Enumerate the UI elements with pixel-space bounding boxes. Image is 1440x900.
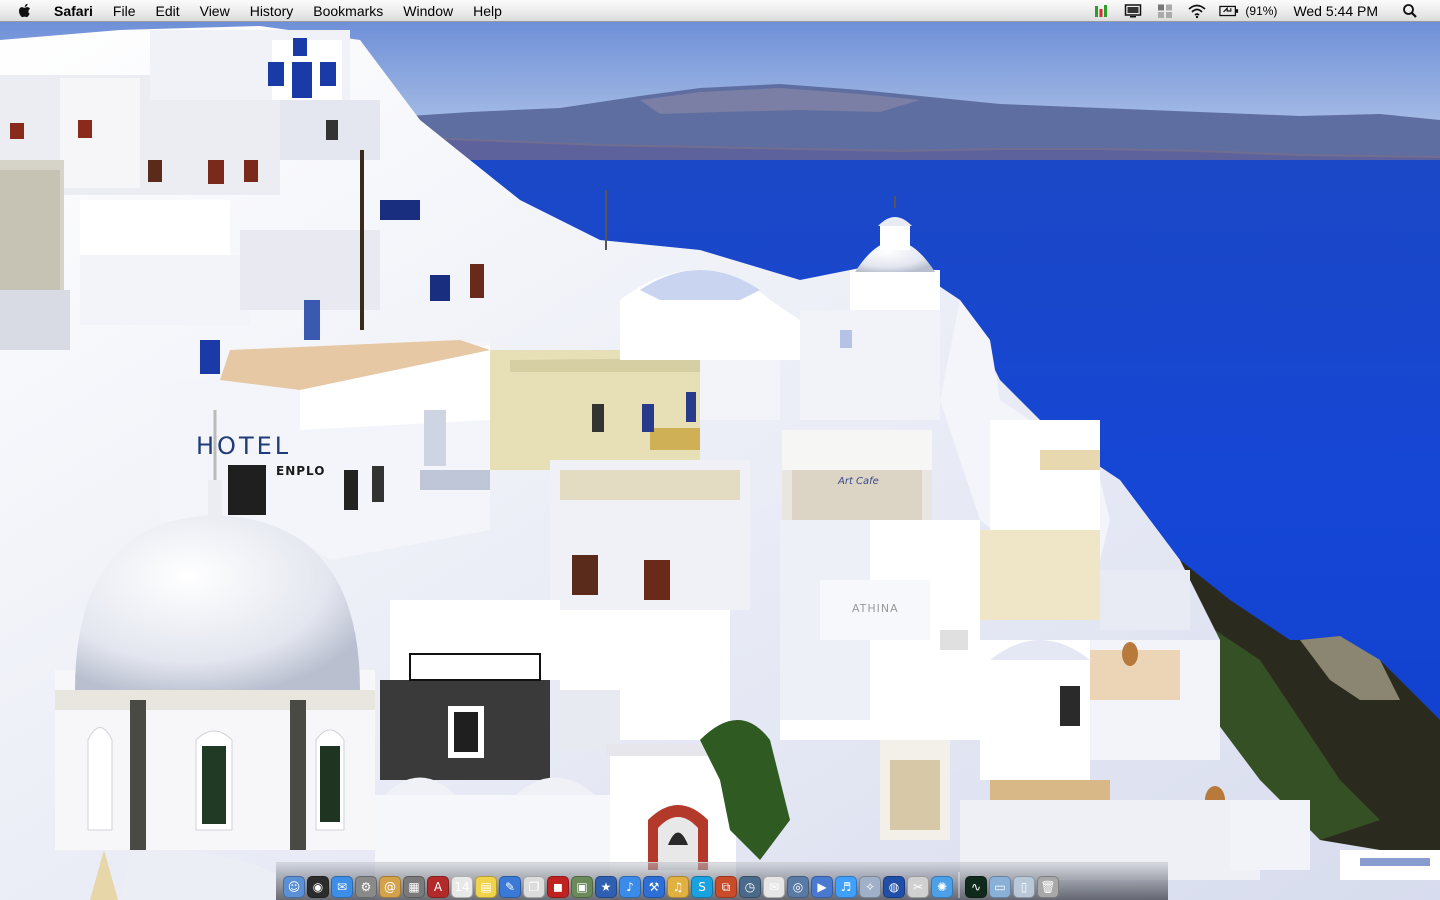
dock-separator bbox=[958, 872, 960, 898]
itunes-icon[interactable]: ♪ bbox=[619, 876, 641, 898]
menu-bar: Safari File Edit View History Bookmarks … bbox=[0, 0, 1440, 22]
calculator-icon[interactable]: ▦ bbox=[403, 876, 425, 898]
network-icon[interactable]: ◎ bbox=[787, 876, 809, 898]
automator-icon[interactable]: ✧ bbox=[859, 876, 881, 898]
menu-view[interactable]: View bbox=[190, 0, 240, 22]
photo-booth-icon[interactable]: ◼ bbox=[547, 876, 569, 898]
menu-bookmarks[interactable]: Bookmarks bbox=[303, 0, 393, 22]
trash-icon[interactable]: 🗑 bbox=[1037, 876, 1059, 898]
wifi-icon[interactable] bbox=[1187, 3, 1207, 19]
status-menus: (91%) Wed 5:44 PM bbox=[1085, 0, 1440, 22]
hotel-sign: HOTEL bbox=[196, 432, 292, 460]
dashboard-icon[interactable]: ◉ bbox=[307, 876, 329, 898]
dock: ☺ ◉ ✉ ⚙ @ ▦ A 14 ▤ ✎ ❐ ◼ ▣ ★ ♪ ⚒ ♫ S ⧉ ◷ ✉ ◎ ▶ ♬ ✧ ◍ ✂ ✺ ∿ ▭ ▯ 🗑 bbox=[276, 862, 1168, 900]
menu-history[interactable]: History bbox=[240, 0, 304, 22]
activity-meter-icon[interactable] bbox=[1091, 3, 1111, 19]
imovie-icon[interactable]: ★ bbox=[595, 876, 617, 898]
garageband-icon[interactable]: ♫ bbox=[667, 876, 689, 898]
time-machine-icon[interactable]: ◷ bbox=[739, 876, 761, 898]
menu-app-name[interactable]: Safari bbox=[46, 0, 103, 22]
documents-stack-icon[interactable]: ▯ bbox=[1013, 876, 1035, 898]
dictionary-icon[interactable]: A bbox=[427, 876, 449, 898]
quicktime-icon[interactable]: ▶ bbox=[811, 876, 833, 898]
apple-menu-icon[interactable] bbox=[18, 3, 36, 19]
iphoto-icon[interactable]: ▣ bbox=[571, 876, 593, 898]
spaces-icon[interactable] bbox=[1155, 3, 1175, 19]
art-cafe-sign: Art Cafe bbox=[838, 476, 879, 487]
spotlight-search-icon[interactable] bbox=[1400, 3, 1420, 19]
utility-icon[interactable]: ✂ bbox=[907, 876, 929, 898]
skype-icon[interactable]: S bbox=[691, 876, 713, 898]
desktop-wallpaper bbox=[0, 22, 1440, 900]
remote-desktop-icon[interactable]: ⧉ bbox=[715, 876, 737, 898]
image-capture-icon[interactable]: ✉ bbox=[763, 876, 785, 898]
menu-file[interactable]: File bbox=[103, 0, 146, 22]
athina-sign: ATHINA bbox=[852, 602, 899, 615]
preview-icon[interactable]: ❐ bbox=[523, 876, 545, 898]
menu-clock[interactable]: Wed 5:44 PM bbox=[1293, 3, 1378, 19]
downloads-stack-icon[interactable]: ▭ bbox=[989, 876, 1011, 898]
menu-window[interactable]: Window bbox=[393, 0, 463, 22]
xcode-icon[interactable]: ⚒ bbox=[643, 876, 665, 898]
ichat-icon[interactable]: ✉ bbox=[331, 876, 353, 898]
itunes-music-icon[interactable]: ♬ bbox=[835, 876, 857, 898]
finder-icon[interactable]: ☺ bbox=[283, 876, 305, 898]
battery-icon[interactable] bbox=[1219, 3, 1239, 19]
address-book-icon[interactable]: @ bbox=[379, 876, 401, 898]
desktop: Safari File Edit View History Bookmarks … bbox=[0, 0, 1440, 900]
battery-percentage: (91%) bbox=[1245, 3, 1278, 18]
menu-edit[interactable]: Edit bbox=[145, 0, 189, 22]
menu-help[interactable]: Help bbox=[463, 0, 512, 22]
display-mirroring-icon[interactable] bbox=[1123, 3, 1143, 19]
ical-icon[interactable]: 14 bbox=[451, 876, 473, 898]
textedit-icon[interactable]: ✎ bbox=[499, 876, 521, 898]
enplo-sign: ENPLO bbox=[276, 464, 326, 478]
safari-icon[interactable]: ✺ bbox=[931, 876, 953, 898]
activity-monitor-icon[interactable]: ∿ bbox=[965, 876, 987, 898]
system-preferences-icon[interactable]: ⚙ bbox=[355, 876, 377, 898]
stickies-icon[interactable]: ▤ bbox=[475, 876, 497, 898]
google-earth-icon[interactable]: ◍ bbox=[883, 876, 905, 898]
